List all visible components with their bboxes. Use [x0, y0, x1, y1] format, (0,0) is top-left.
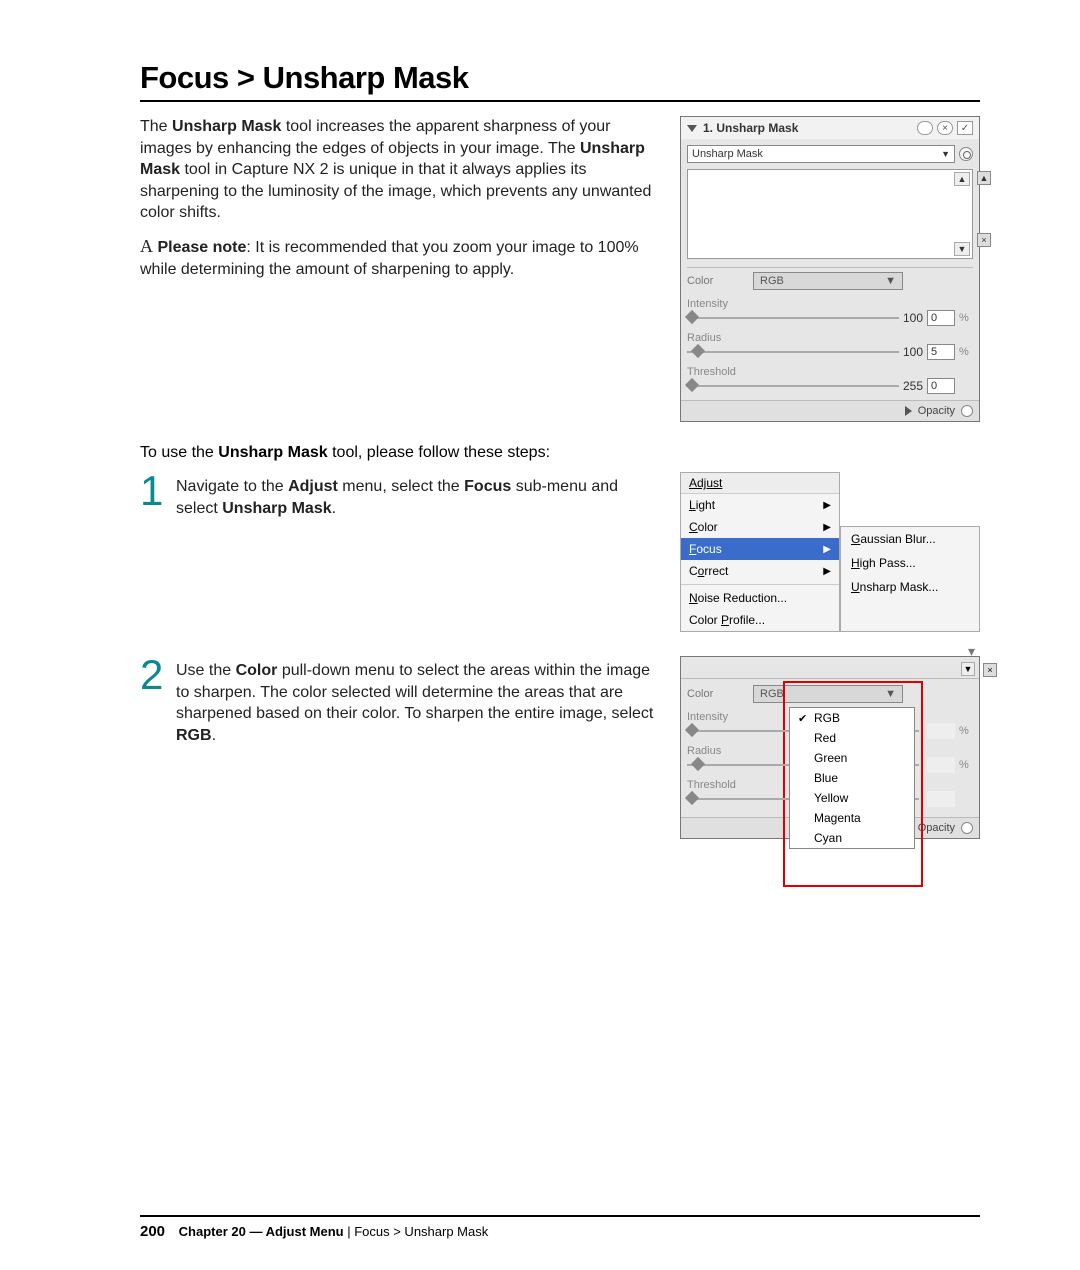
color-dropdown-value: RGB	[760, 275, 784, 287]
menu-item-noise[interactable]: Noise Reduction...	[681, 587, 839, 609]
unsharp-mask-panel: 1. Unsharp Mask × ✓ Unsharp Mask ▼	[680, 116, 980, 422]
option-yellow[interactable]: Yellow	[790, 788, 914, 808]
step-number-2: 2	[140, 656, 170, 746]
text: .	[212, 727, 216, 744]
text-bold: Color	[236, 662, 278, 679]
text: tool, please follow these steps:	[328, 444, 550, 461]
page-number: 200	[140, 1223, 165, 1240]
menu-item-color[interactable]: Color▶	[681, 516, 839, 538]
menu-item-focus[interactable]: Focus▶	[681, 538, 839, 560]
color-dropdown[interactable]: RGB ▼	[753, 272, 903, 290]
threshold-label: Threshold	[687, 779, 747, 791]
opacity-toggle[interactable]	[961, 405, 973, 417]
reset-button[interactable]	[959, 147, 973, 161]
text: Navigate to the	[176, 478, 288, 495]
radius-slider[interactable]	[687, 345, 899, 359]
option-rgb[interactable]: ✔RGB	[790, 708, 914, 728]
close-button[interactable]: ×	[937, 121, 953, 135]
option-magenta[interactable]: Magenta	[790, 808, 914, 828]
text-bold: RGB	[176, 727, 212, 744]
steps-intro: To use the Unsharp Mask tool, please fol…	[140, 444, 980, 462]
intensity-value[interactable]: 0	[927, 310, 955, 326]
menu-item-correct[interactable]: Correct▶	[681, 560, 839, 582]
text: menu, select the	[338, 478, 464, 495]
scroll-down-button[interactable]: ▼	[954, 242, 970, 256]
radius-unit: %	[959, 346, 973, 358]
radius-value[interactable]: 5	[927, 344, 955, 360]
radius-label: Radius	[687, 745, 747, 757]
option-blue[interactable]: Blue	[790, 768, 914, 788]
effect-dropdown-value: Unsharp Mask	[692, 148, 763, 160]
radius-max: 100	[903, 345, 923, 359]
move-up-button[interactable]: ▲	[977, 171, 991, 185]
intro-text: tool in Capture NX 2 is unique in that i…	[140, 161, 651, 221]
note-label: Please note	[157, 239, 246, 256]
color-dropdown-value: RGB	[760, 688, 784, 700]
text-bold: Unsharp Mask	[218, 444, 327, 461]
effect-listbox[interactable]: ▲ ▼	[687, 169, 973, 259]
step-number-1: 1	[140, 472, 170, 519]
unit: %	[959, 759, 973, 771]
page-footer: 200 Chapter 20 — Adjust Menu | Focus > U…	[0, 1215, 1080, 1240]
intro-text: The	[140, 118, 172, 135]
scroll-up-button[interactable]: ▲	[954, 172, 970, 186]
adjust-menu-screenshot: Adjust Light▶ Color▶ Focus▶ Correct▶ Noi…	[680, 472, 980, 632]
page-title: Focus > Unsharp Mask	[140, 60, 980, 102]
submenu-highpass[interactable]: High Pass...	[841, 551, 979, 575]
collapse-icon[interactable]	[687, 125, 697, 132]
intensity-unit: %	[959, 312, 973, 324]
color-dropdown-panel: ▾ ▼ × Color RGB ▼ ✔RGB Red Green Blue	[680, 656, 980, 839]
panel-title: 1. Unsharp Mask	[703, 121, 911, 135]
color-dropdown[interactable]: RGB ▼	[753, 685, 903, 703]
chevron-down-icon: ▼	[941, 149, 950, 159]
expand-icon[interactable]	[905, 406, 912, 416]
text: .	[332, 500, 336, 517]
text-bold: Adjust	[288, 478, 338, 495]
option-cyan[interactable]: Cyan	[790, 828, 914, 848]
option-red[interactable]: Red	[790, 728, 914, 748]
intensity-label: Intensity	[687, 711, 747, 723]
threshold-slider[interactable]	[687, 379, 899, 393]
note-lead-icon: A	[140, 236, 153, 256]
chevron-down-icon: ▼	[885, 688, 896, 700]
chevron-down-icon: ▼	[885, 275, 896, 287]
option-green[interactable]: Green	[790, 748, 914, 768]
text-bold: Focus	[464, 478, 511, 495]
threshold-label: Threshold	[687, 366, 747, 378]
check-button[interactable]: ✓	[957, 121, 973, 135]
step-1-text: Navigate to the Adjust menu, select the …	[176, 472, 660, 519]
menu-header: Adjust	[681, 473, 839, 494]
opacity-toggle[interactable]	[961, 822, 973, 834]
intro-bold: Unsharp Mask	[172, 118, 281, 135]
delete-row-button[interactable]: ×	[983, 663, 997, 677]
threshold-max: 255	[903, 379, 923, 393]
menu-item-profile[interactable]: Color Profile...	[681, 609, 839, 631]
intensity-slider[interactable]	[687, 311, 899, 325]
menu-item-light[interactable]: Light▶	[681, 494, 839, 516]
unit: %	[959, 725, 973, 737]
color-dropdown-options[interactable]: ✔RGB Red Green Blue Yellow Magenta Cyan	[789, 707, 915, 849]
info-button[interactable]	[917, 121, 933, 135]
breadcrumb: Focus > Unsharp Mask	[354, 1224, 488, 1239]
intensity-max: 100	[903, 311, 923, 325]
step-2-text: Use the Color pull-down menu to select t…	[176, 656, 660, 746]
delete-row-button[interactable]: ×	[977, 233, 991, 247]
color-label: Color	[687, 688, 747, 700]
color-label: Color	[687, 275, 747, 287]
scroll-down-button[interactable]: ▼	[961, 662, 975, 676]
intensity-label: Intensity	[687, 298, 747, 310]
intro-block: The Unsharp Mask tool increases the appa…	[140, 116, 660, 422]
chapter-label: Chapter 20 — Adjust Menu	[179, 1224, 344, 1239]
opacity-label: Opacity	[918, 405, 955, 417]
submenu-gaussian[interactable]: Gaussian Blur...	[841, 527, 979, 551]
text: To use the	[140, 444, 218, 461]
effect-dropdown[interactable]: Unsharp Mask ▼	[687, 145, 955, 163]
text-bold: Unsharp Mask	[222, 500, 331, 517]
opacity-label: Opacity	[918, 822, 955, 834]
radius-label: Radius	[687, 332, 747, 344]
threshold-value[interactable]: 0	[927, 378, 955, 394]
text: Use the	[176, 662, 236, 679]
submenu-unsharp[interactable]: Unsharp Mask...	[841, 575, 979, 599]
